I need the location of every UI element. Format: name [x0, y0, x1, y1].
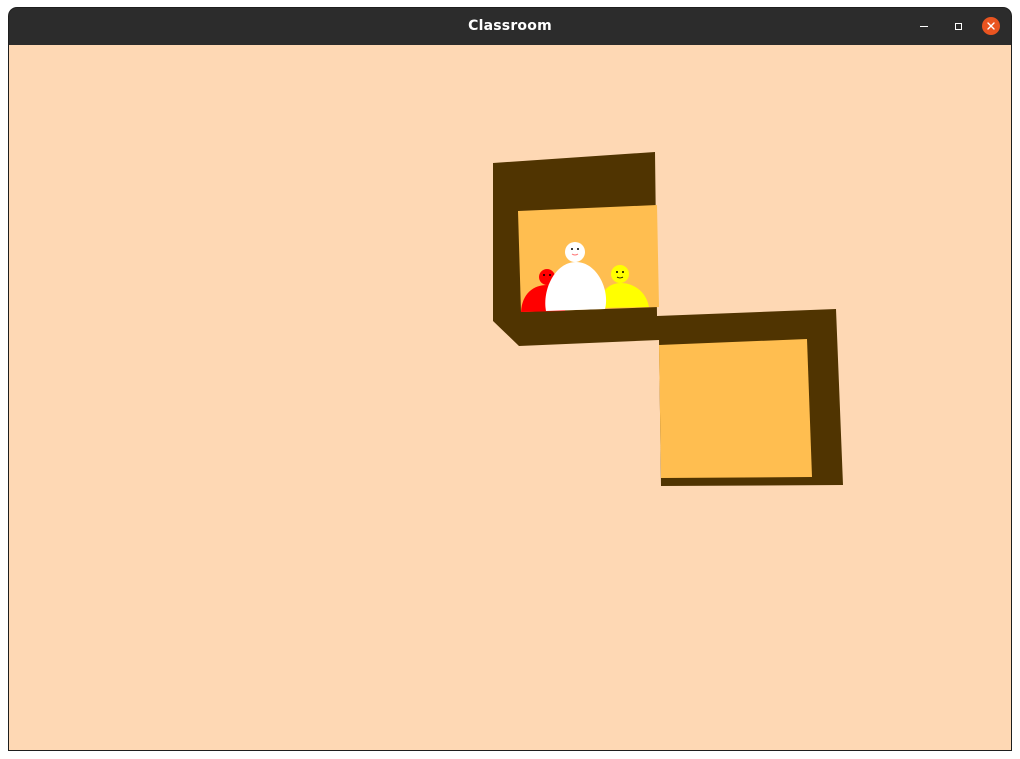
titlebar[interactable]: Classroom — [9, 8, 1011, 45]
maximize-icon — [954, 22, 962, 30]
close-icon — [987, 22, 995, 30]
app-window: Classroom — [9, 8, 1011, 750]
classroom-scene[interactable] — [9, 45, 1011, 750]
maximize-button[interactable] — [949, 17, 967, 35]
window-title: Classroom — [468, 18, 552, 34]
lower-box-panel — [659, 339, 812, 478]
close-button[interactable] — [982, 17, 1000, 35]
game-canvas[interactable] — [9, 45, 1011, 750]
minimize-button[interactable] — [915, 17, 933, 35]
minimize-icon — [920, 25, 928, 28]
